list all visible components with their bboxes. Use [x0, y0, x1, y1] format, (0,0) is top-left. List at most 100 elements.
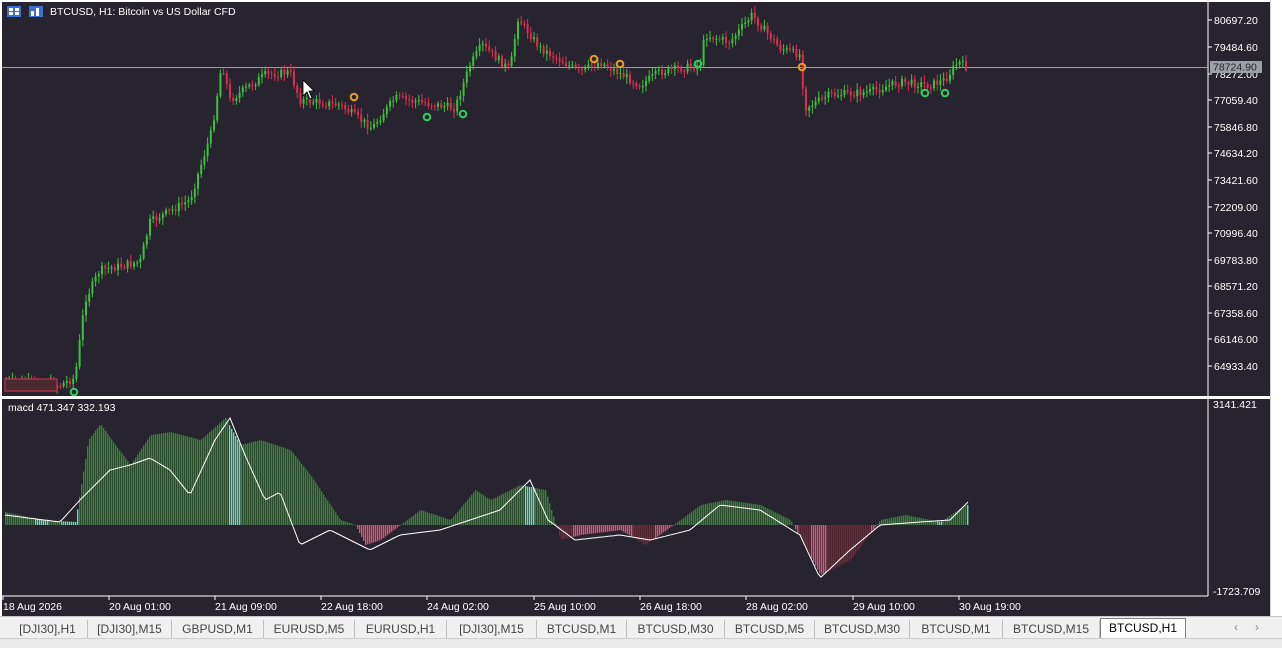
- candle-body: [299, 92, 302, 104]
- candle-body: [779, 44, 782, 51]
- macd-bar: [167, 432, 169, 525]
- macd-bar: [181, 434, 183, 525]
- candle-body: [830, 91, 833, 93]
- chart-tab[interactable]: BTCUSD,M30: [627, 620, 725, 638]
- macd-bar: [531, 487, 533, 525]
- chart-tab[interactable]: [DJI30],M15: [447, 620, 537, 638]
- macd-bar: [221, 421, 223, 525]
- candle-body: [120, 263, 123, 268]
- macd-bar: [159, 433, 161, 525]
- candle-body: [113, 267, 116, 271]
- candle-body: [485, 43, 487, 47]
- macd-bar: [609, 525, 611, 532]
- chart-tab[interactable]: [DJI30],H1: [8, 620, 88, 638]
- candle-body: [648, 75, 651, 81]
- chart-tab[interactable]: [DJI30],M15: [88, 620, 172, 638]
- macd-bar: [947, 517, 949, 525]
- chart-tab[interactable]: BTCUSD,M15: [1003, 620, 1100, 638]
- macd-bar: [703, 504, 705, 525]
- one-click-trading-icon[interactable]: [29, 6, 43, 17]
- macd-bar: [251, 442, 253, 525]
- tab-scroll-right-icon[interactable]: ›: [1255, 620, 1259, 634]
- macd-bar: [621, 525, 623, 531]
- candle-body: [62, 382, 65, 387]
- macd-bar: [669, 525, 671, 528]
- macd-bar: [657, 525, 659, 537]
- macd-panel[interactable]: [2, 399, 1208, 596]
- macd-bar: [297, 458, 299, 525]
- macd-bar: [247, 443, 249, 525]
- candle-body: [72, 378, 75, 384]
- candle-body: [504, 63, 507, 67]
- macd-bar: [835, 525, 837, 568]
- price-panel[interactable]: [2, 2, 1208, 396]
- candle-body: [814, 101, 817, 106]
- macd-bar: [137, 454, 139, 525]
- macd-bar: [399, 525, 401, 526]
- macd-label: macd 471.347 332.193: [8, 402, 116, 414]
- macd-bar: [7, 512, 9, 525]
- macd-bar: [359, 525, 361, 533]
- candle-body: [133, 263, 135, 267]
- time-label: 26 Aug 18:00: [640, 601, 702, 613]
- candle-body: [552, 56, 555, 58]
- chart-tab[interactable]: BTCUSD,M1: [537, 620, 627, 638]
- candle-body: [894, 81, 897, 86]
- macd-bar: [353, 524, 355, 525]
- chart-type-icon[interactable]: [7, 6, 21, 17]
- candle-body: [936, 80, 939, 85]
- macd-bar: [141, 448, 143, 525]
- macd-bar: [641, 525, 643, 543]
- candle-body: [741, 24, 743, 30]
- candle-body: [833, 92, 836, 96]
- macd-bar: [643, 525, 645, 544]
- chart-canvas[interactable]: BTCUSD, H1: Bitcoin vs US Dollar CFD 806…: [0, 0, 1282, 616]
- macd-bar: [5, 512, 7, 525]
- macd-bar: [209, 432, 211, 525]
- macd-bar: [783, 516, 785, 525]
- candle-body: [197, 174, 199, 189]
- tab-scroll-left-icon[interactable]: ‹: [1234, 620, 1238, 634]
- macd-bar: [581, 525, 583, 535]
- macd-bar: [795, 525, 797, 530]
- macd-bar: [265, 441, 267, 525]
- candle-body: [907, 82, 910, 85]
- macd-bar: [953, 513, 955, 525]
- time-scale[interactable]: [2, 596, 1270, 616]
- macd-bar: [365, 525, 367, 545]
- chart-tab[interactable]: BTCUSD,M1: [910, 620, 1003, 638]
- macd-bar: [691, 511, 693, 525]
- chart-tab[interactable]: EURUSD,H1: [355, 620, 447, 638]
- candle-body: [101, 265, 103, 275]
- candle-body: [248, 84, 251, 87]
- macd-bar: [191, 437, 193, 525]
- candle-body: [469, 65, 471, 72]
- macd-bar: [281, 447, 283, 525]
- current-price-text: 78724.90: [1213, 62, 1257, 74]
- candle-body: [488, 46, 491, 51]
- macd-scale[interactable]: [1208, 399, 1270, 596]
- chart-tab[interactable]: BTCUSD,M30: [815, 620, 910, 638]
- candle-body: [923, 82, 926, 84]
- macd-bar: [483, 495, 485, 525]
- macd-bar: [447, 519, 449, 525]
- macd-bar: [347, 522, 349, 525]
- candle-body: [885, 86, 887, 91]
- price-label: 72209.00: [1214, 202, 1258, 214]
- macd-bar: [741, 502, 743, 525]
- candle-body: [629, 74, 631, 84]
- chart-tab[interactable]: EURUSD,M5: [264, 620, 355, 638]
- chart-tab[interactable]: BTCUSD,M5: [725, 620, 815, 638]
- macd-bar: [755, 504, 757, 525]
- tab-active[interactable]: BTCUSD,H1: [1100, 618, 1186, 639]
- macd-bar: [91, 436, 93, 525]
- candle-body: [267, 71, 270, 74]
- macd-bar: [785, 517, 787, 525]
- macd-bar: [291, 451, 293, 525]
- price-label: 64933.40: [1214, 361, 1258, 373]
- chart-tab[interactable]: GBPUSD,M1: [172, 620, 264, 638]
- macd-bar: [673, 525, 675, 526]
- macd-bar: [71, 521, 73, 525]
- macd-bar: [873, 525, 875, 530]
- chart-window[interactable]: BTCUSD, H1: Bitcoin vs US Dollar CFD 806…: [0, 0, 1282, 616]
